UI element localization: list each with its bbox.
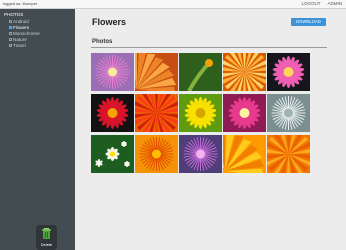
photo-thumbnail-orange-petals[interactable] bbox=[223, 53, 266, 91]
photo-thumbnail-purple-flower[interactable] bbox=[179, 135, 222, 173]
photo-image bbox=[267, 53, 310, 91]
login-status: logged as: thumper bbox=[3, 1, 38, 6]
photo-thumbnail-orange-red-flower[interactable] bbox=[135, 94, 178, 132]
photo-image bbox=[179, 135, 222, 173]
delete-drop-target[interactable]: Delete bbox=[36, 225, 57, 250]
photo-image bbox=[267, 94, 310, 132]
photo-image bbox=[135, 53, 178, 91]
photo-image bbox=[91, 53, 134, 91]
folder-icon bbox=[9, 38, 12, 41]
folder-icon bbox=[9, 44, 12, 47]
photo-image bbox=[179, 94, 222, 132]
photo-thumbnail-orange-burst[interactable] bbox=[135, 135, 178, 173]
photo-grid bbox=[91, 53, 310, 173]
trash-icon bbox=[42, 228, 51, 239]
section-title: Photos bbox=[92, 39, 113, 45]
sidebar-item-monochrome[interactable]: Monochrome bbox=[9, 31, 40, 36]
download-button[interactable]: DOWNLOAD bbox=[291, 18, 326, 26]
sidebar-item-label: Flowers bbox=[13, 25, 30, 30]
photo-image bbox=[223, 53, 266, 91]
sidebar-item-android[interactable]: Android bbox=[9, 19, 29, 24]
photo-image bbox=[91, 135, 134, 173]
page-title: Flowers bbox=[92, 17, 127, 27]
sidebar-root-label: PHOTOS bbox=[4, 12, 24, 17]
main-content: Flowers DOWNLOAD Photos bbox=[75, 9, 346, 250]
photo-thumbnail-pink-daisy[interactable] bbox=[267, 53, 310, 91]
sidebar-item-nature[interactable]: Nature bbox=[9, 37, 27, 42]
folder-icon bbox=[9, 20, 12, 23]
sidebar-item-flowers[interactable]: Flowers bbox=[9, 25, 29, 30]
delete-label: Delete bbox=[40, 242, 53, 247]
sidebar-item-label: Travel bbox=[13, 43, 26, 48]
photo-thumbnail-yellow-daisy[interactable] bbox=[179, 94, 222, 132]
photo-thumbnail-white-seed-head[interactable] bbox=[267, 94, 310, 132]
sidebar-root-photos[interactable]: PHOTOS bbox=[4, 12, 23, 17]
photo-image bbox=[223, 94, 266, 132]
photo-thumbnail-orange-macro[interactable] bbox=[135, 53, 178, 91]
photo-image bbox=[135, 94, 178, 132]
photo-thumbnail-orange-gerbera[interactable] bbox=[267, 135, 310, 173]
top-nav: LOGOUT ADMIN bbox=[301, 1, 342, 7]
sidebar-item-label: Monochrome bbox=[13, 31, 40, 36]
folder-icon bbox=[9, 32, 12, 35]
photo-image bbox=[135, 135, 178, 173]
photo-thumbnail-white-flower[interactable] bbox=[91, 135, 134, 173]
photo-thumbnail-pink-gerbera[interactable] bbox=[223, 94, 266, 132]
sidebar-item-label: Android bbox=[13, 19, 29, 24]
folder-icon bbox=[9, 26, 12, 29]
sidebar-item-label: Nature bbox=[13, 37, 27, 42]
photo-thumbnail-green-bud[interactable] bbox=[179, 53, 222, 91]
section-divider bbox=[91, 47, 327, 48]
photo-image bbox=[267, 135, 310, 173]
top-bar: logged as: thumper LOGOUT ADMIN bbox=[0, 0, 346, 9]
photo-image bbox=[223, 135, 266, 173]
photo-thumbnail-red-gerbera[interactable] bbox=[91, 94, 134, 132]
sidebar-item-travel[interactable]: Travel bbox=[9, 43, 26, 48]
admin-link[interactable]: ADMIN bbox=[328, 1, 343, 7]
logout-link[interactable]: LOGOUT bbox=[301, 1, 320, 7]
photo-thumbnail-orange-wedge[interactable] bbox=[223, 135, 266, 173]
photo-thumbnail-pink-spiky-flower[interactable] bbox=[91, 53, 134, 91]
photo-image bbox=[179, 53, 222, 91]
photo-image bbox=[91, 94, 134, 132]
sidebar: PHOTOS Android Flowers Monochrome Nature… bbox=[0, 9, 75, 250]
